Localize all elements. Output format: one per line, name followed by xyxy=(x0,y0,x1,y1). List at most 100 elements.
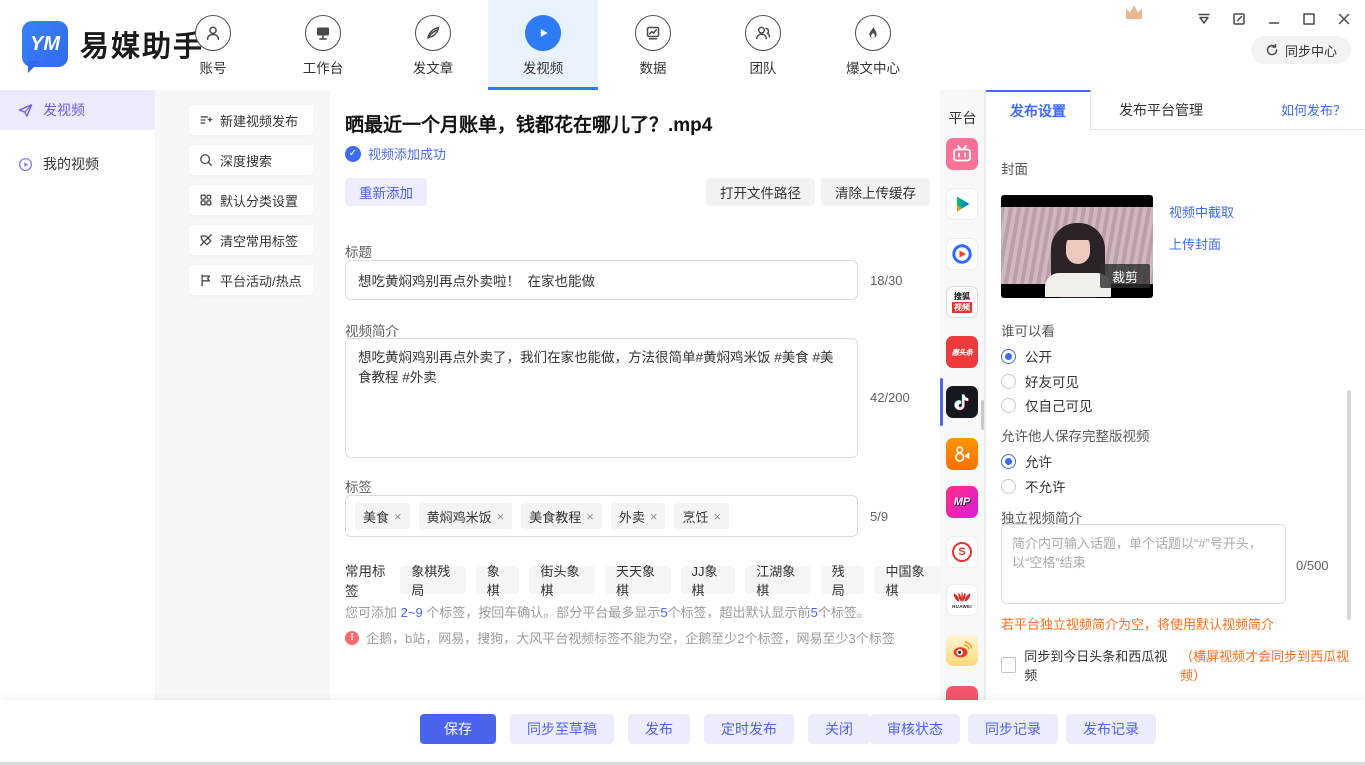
common-tags-label: 常用标签 xyxy=(345,560,390,600)
desc-textarea[interactable]: 想吃黄焖鸡别再点外卖了，我们在家也能做，方法很简单#黄焖鸡米饭 #美食 #美食教… xyxy=(345,338,858,458)
open-file-path-button[interactable]: 打开文件路径 xyxy=(706,178,815,206)
platform-huawei-icon[interactable]: HUAWEI xyxy=(946,584,978,616)
default-category-button[interactable]: 默认分类设置 xyxy=(189,185,313,215)
visibility-option-private[interactable]: 仅自己可见 xyxy=(1001,395,1093,415)
clear-upload-cache-button[interactable]: 清除上传缓存 xyxy=(821,178,930,206)
sync-to-draft-button[interactable]: 同步至草稿 xyxy=(510,714,614,744)
deep-search-button[interactable]: 深度搜索 xyxy=(189,145,313,175)
platform-more-partial-icon[interactable] xyxy=(946,686,978,700)
close-button[interactable]: 关闭 xyxy=(808,714,870,744)
common-tag[interactable]: JJ象棋 xyxy=(681,566,736,594)
visibility-option-friends[interactable]: 好友可见 xyxy=(1001,371,1079,391)
scheduled-publish-button[interactable]: 定时发布 xyxy=(704,714,794,744)
tray-icon[interactable] xyxy=(1195,10,1213,28)
sidebar-item-publish-video-label: 发视频 xyxy=(43,100,85,120)
platform-sogou-icon[interactable]: S xyxy=(946,536,978,568)
common-tag[interactable]: 天天象棋 xyxy=(605,566,671,594)
maximize-icon[interactable] xyxy=(1300,10,1318,28)
independent-desc-textarea[interactable] xyxy=(1001,524,1286,604)
radio-icon[interactable] xyxy=(1001,479,1016,494)
platform-activity-button[interactable]: 平台活动/热点 xyxy=(189,265,313,295)
platform-haokan-video-icon[interactable] xyxy=(946,238,978,270)
tags-warning: ! 企鹅，b站，网易，搜狗，大风平台视频标签不能为空，企鹅至少2个标签，网易至少… xyxy=(345,628,895,647)
sync-center-button[interactable]: 同步中心 xyxy=(1251,36,1351,64)
radio-selected-icon[interactable] xyxy=(1001,349,1016,364)
platform-dafeng-mp-icon[interactable]: MP xyxy=(946,486,978,518)
nav-publish-video[interactable]: 发视频 xyxy=(488,0,598,90)
sync-records-button[interactable]: 同步记录 xyxy=(968,714,1058,744)
close-icon[interactable] xyxy=(1335,10,1353,28)
nav-team-label: 团队 xyxy=(750,57,777,77)
deep-search-label: 深度搜索 xyxy=(220,151,272,170)
tag-remove-icon[interactable]: × xyxy=(394,509,402,524)
checkbox-icon[interactable] xyxy=(1001,657,1016,673)
common-tag[interactable]: 中国象棋 xyxy=(874,566,940,594)
platform-sohu-video-icon[interactable]: 搜狐 视频 xyxy=(946,286,978,318)
platform-kuaishou-icon[interactable] xyxy=(946,438,978,470)
title-counter: 18/30 xyxy=(870,273,903,288)
how-to-publish-link[interactable]: 如何发布？ xyxy=(1281,100,1346,119)
platform-douyin-icon[interactable] xyxy=(946,386,978,418)
tab-platform-management[interactable]: 发布平台管理 xyxy=(1119,100,1203,120)
sidebar-item-my-videos-label: 我的视频 xyxy=(43,154,99,174)
nav-publish-article[interactable]: 发文章 xyxy=(378,0,488,90)
platform-huitoutiao-icon[interactable]: 惠头条 xyxy=(946,336,978,368)
tags-warning-text: 企鹅，b站，网易，搜狗，大风平台视频标签不能为空，企鹅至少2个标签，网易至少3个… xyxy=(366,628,895,647)
check-circle-icon: ✓ xyxy=(345,146,361,162)
platform-tencent-video-icon[interactable] xyxy=(946,188,978,220)
radio-icon[interactable] xyxy=(1001,398,1016,413)
radio-icon[interactable] xyxy=(1001,374,1016,389)
tag-item: 美食教程× xyxy=(521,503,602,529)
sync-toutiao-checkbox-row[interactable]: 同步到今日头条和西瓜视频（横屏视频才会同步到西瓜视频） xyxy=(1001,646,1365,684)
sidebar-item-my-videos[interactable]: 我的视频 xyxy=(0,144,155,184)
nav-account[interactable]: 账号 xyxy=(158,0,268,90)
platform-bilibili-icon[interactable] xyxy=(946,138,978,170)
readd-video-button[interactable]: 重新添加 xyxy=(345,178,427,206)
vip-crown-icon[interactable] xyxy=(1126,5,1142,19)
new-video-publish-label: 新建视频发布 xyxy=(220,111,298,130)
screenshot-icon[interactable] xyxy=(1230,10,1248,28)
capture-from-video-link[interactable]: 视频中截取 xyxy=(1169,202,1234,221)
deep-search-icon xyxy=(199,153,213,167)
common-tag[interactable]: 街头象棋 xyxy=(529,566,595,594)
platform-weibo-icon[interactable] xyxy=(946,634,978,666)
footer-bar: 保存 同步至草稿 发布 定时发布 关闭 审核状态 同步记录 发布记录 xyxy=(0,700,1365,762)
huitoutiao-text: 惠头条 xyxy=(952,347,973,358)
review-status-button[interactable]: 审核状态 xyxy=(870,714,960,744)
tag-label: 美食 xyxy=(363,507,389,526)
sidebar-item-publish-video[interactable]: 发视频 xyxy=(0,90,155,130)
sync-toutiao-note: （横屏视频才会同步到西瓜视频） xyxy=(1180,646,1365,684)
allow-save-option-deny[interactable]: 不允许 xyxy=(1001,476,1066,496)
publish-video-icon xyxy=(525,15,561,51)
nav-team[interactable]: 团队 xyxy=(708,0,818,90)
radio-selected-icon[interactable] xyxy=(1001,454,1016,469)
settings-scrollbar[interactable] xyxy=(1347,390,1351,620)
publish-button[interactable]: 发布 xyxy=(628,714,690,744)
tag-remove-icon[interactable]: × xyxy=(650,509,658,524)
tag-remove-icon[interactable]: × xyxy=(497,509,505,524)
publish-records-button[interactable]: 发布记录 xyxy=(1066,714,1156,744)
visibility-option-public[interactable]: 公开 xyxy=(1001,346,1052,366)
tag-item: 烹饪× xyxy=(674,503,729,529)
nav-hot-center[interactable]: 爆文中心 xyxy=(818,0,928,90)
upload-cover-link[interactable]: 上传封面 xyxy=(1169,234,1221,253)
common-tag[interactable]: 象棋残局 xyxy=(400,566,466,594)
tab-publish-settings[interactable]: 发布设置 xyxy=(986,90,1091,130)
crop-cover-button[interactable]: 裁剪 xyxy=(1100,264,1150,288)
minimize-icon[interactable] xyxy=(1265,10,1283,28)
nav-workbench[interactable]: 工作台 xyxy=(268,0,378,90)
platform-scrollbar[interactable] xyxy=(981,400,984,430)
tags-input[interactable]: 美食× 黄焖鸡米饭× 美食教程× 外卖× 烹饪× xyxy=(345,495,858,537)
new-video-publish-button[interactable]: 新建视频发布 xyxy=(189,105,313,135)
allow-save-option-allow[interactable]: 允许 xyxy=(1001,451,1052,471)
common-tag[interactable]: 残局 xyxy=(821,566,865,594)
title-field-label: 标题 xyxy=(345,241,372,261)
nav-data[interactable]: 数据 xyxy=(598,0,708,90)
common-tag[interactable]: 江湖象棋 xyxy=(745,566,811,594)
tag-remove-icon[interactable]: × xyxy=(586,509,594,524)
title-input[interactable] xyxy=(345,260,858,300)
clear-common-tags-button[interactable]: 清空常用标签 xyxy=(189,225,313,255)
common-tag[interactable]: 象棋 xyxy=(476,566,520,594)
save-button[interactable]: 保存 xyxy=(420,714,496,744)
tag-remove-icon[interactable]: × xyxy=(713,509,721,524)
